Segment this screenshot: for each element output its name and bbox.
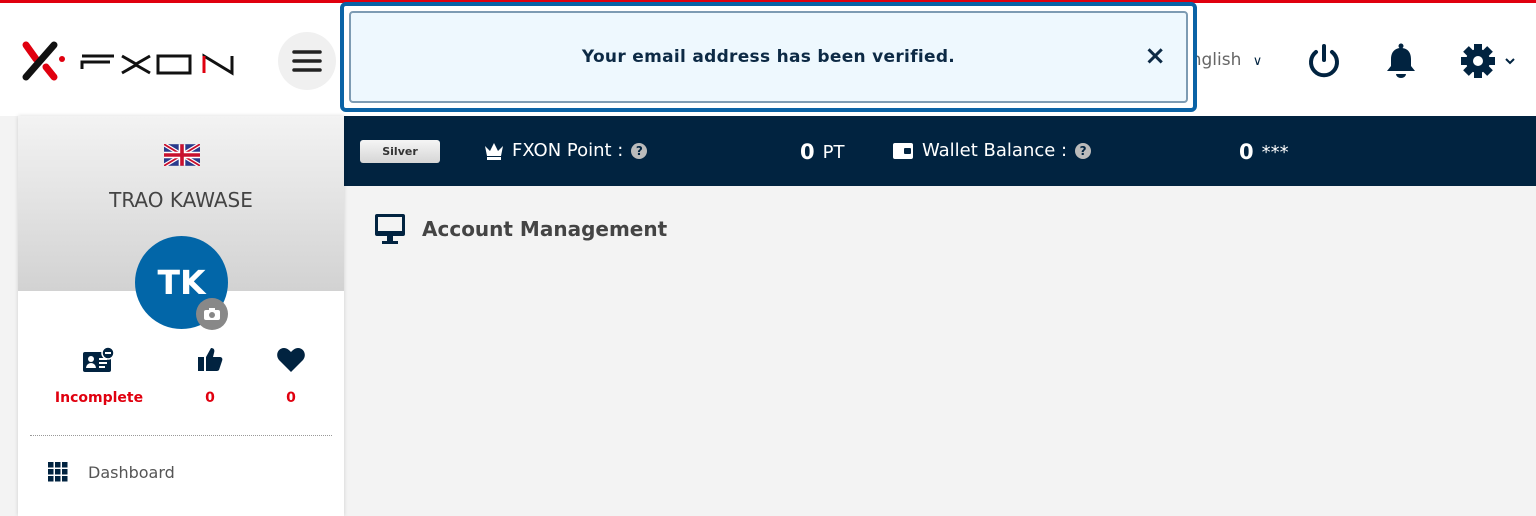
settings-menu[interactable] xyxy=(1460,43,1520,83)
thumbs-up-icon xyxy=(198,348,223,371)
fxon-point-label: FXON Point : xyxy=(512,140,624,161)
alert-message: Your email address has been verified. xyxy=(581,47,956,67)
close-icon[interactable]: × xyxy=(1144,41,1166,71)
stat-verification[interactable]: Incomplete xyxy=(39,346,159,406)
page-title-text: Account Management xyxy=(422,217,668,241)
page-title: Account Management xyxy=(374,213,667,245)
account-summary-bar: Silver FXON Point : ? 0 PT Wallet Balance… xyxy=(344,116,1536,186)
heart-icon xyxy=(277,348,305,372)
grid-icon xyxy=(48,462,68,482)
id-card-icon xyxy=(83,346,115,372)
sidebar: TRAO KAWASE TK Incomplete 0 0 Dashboard xyxy=(18,116,344,516)
point-unit: PT xyxy=(822,141,845,163)
menu-toggle-button[interactable] xyxy=(278,32,336,90)
divider xyxy=(30,435,332,436)
sidebar-item-dashboard[interactable]: Dashboard xyxy=(48,462,175,482)
uk-flag-icon[interactable] xyxy=(162,142,202,170)
crown-icon xyxy=(485,142,503,160)
hamburger-icon xyxy=(292,50,322,72)
wallet-balance-value: 0 xyxy=(1239,140,1254,164)
wallet-unit: *** xyxy=(1261,141,1289,163)
bell-icon[interactable] xyxy=(1384,43,1418,83)
monitor-icon xyxy=(375,214,405,244)
fxon-point-value: 0 xyxy=(800,140,815,164)
power-icon[interactable] xyxy=(1306,43,1342,83)
wallet-icon xyxy=(893,142,913,159)
camera-icon[interactable] xyxy=(196,298,228,330)
sidebar-item-label: Dashboard xyxy=(88,462,175,482)
verification-alert: Your email address has been verified. × xyxy=(340,2,1197,112)
favorites-count: 0 xyxy=(286,390,296,406)
wallet-balance-label: Wallet Balance : xyxy=(922,140,1068,161)
fxon-logo[interactable] xyxy=(18,39,238,87)
user-name: TRAO KAWASE xyxy=(109,188,253,212)
verification-status: Incomplete xyxy=(54,390,144,406)
chevron-down-icon: ∨ xyxy=(1252,54,1263,69)
help-icon[interactable]: ? xyxy=(631,142,648,159)
stat-favorites[interactable]: 0 xyxy=(231,346,351,406)
gear-icon xyxy=(1461,44,1515,78)
help-icon[interactable]: ? xyxy=(1075,142,1092,159)
rank-badge: Silver xyxy=(360,140,440,163)
